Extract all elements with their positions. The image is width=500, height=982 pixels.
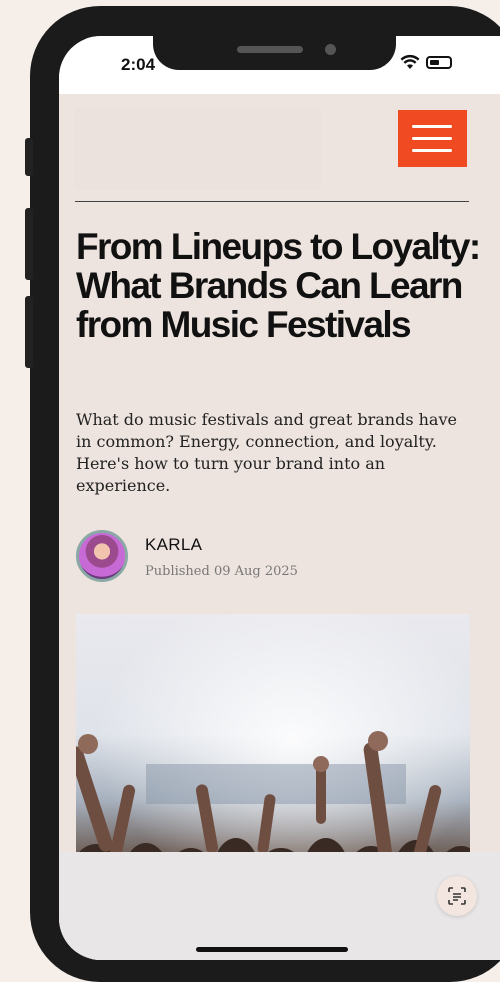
hamburger-icon-line-3	[412, 149, 452, 152]
phone-notch	[153, 36, 396, 70]
author-avatar[interactable]	[76, 530, 128, 582]
publish-date: Published 09 Aug 2025	[145, 564, 298, 579]
speaker-grille	[237, 46, 303, 53]
article-subtitle: What do music festivals and great brands…	[76, 410, 457, 495]
site-logo-area[interactable]	[75, 108, 321, 190]
scan-text-icon	[448, 887, 466, 905]
hamburger-icon-line-1	[412, 125, 452, 128]
menu-button[interactable]	[398, 110, 467, 167]
author-name[interactable]: KARLA	[145, 535, 202, 555]
status-time: 2:04	[121, 55, 156, 74]
article-title: From Lineups to Loyalty: What Brands Can…	[76, 226, 481, 345]
phone-volume-down	[25, 296, 33, 368]
scan-text-button[interactable]	[437, 876, 477, 916]
battery-icon	[426, 55, 452, 69]
header-divider	[75, 201, 469, 202]
browser-bottom-bar	[59, 852, 500, 960]
home-indicator[interactable]	[196, 947, 348, 952]
article-page: From Lineups to Loyalty: What Brands Can…	[59, 94, 500, 960]
phone-silent-switch	[25, 138, 33, 176]
wifi-icon	[400, 54, 420, 69]
status-icons	[400, 54, 452, 70]
front-camera	[325, 44, 336, 55]
hamburger-icon-line-2	[412, 137, 452, 140]
phone-screen: 2:04 From Lineups to Loyalty: What Brand…	[59, 36, 500, 960]
phone-volume-up	[25, 208, 33, 280]
